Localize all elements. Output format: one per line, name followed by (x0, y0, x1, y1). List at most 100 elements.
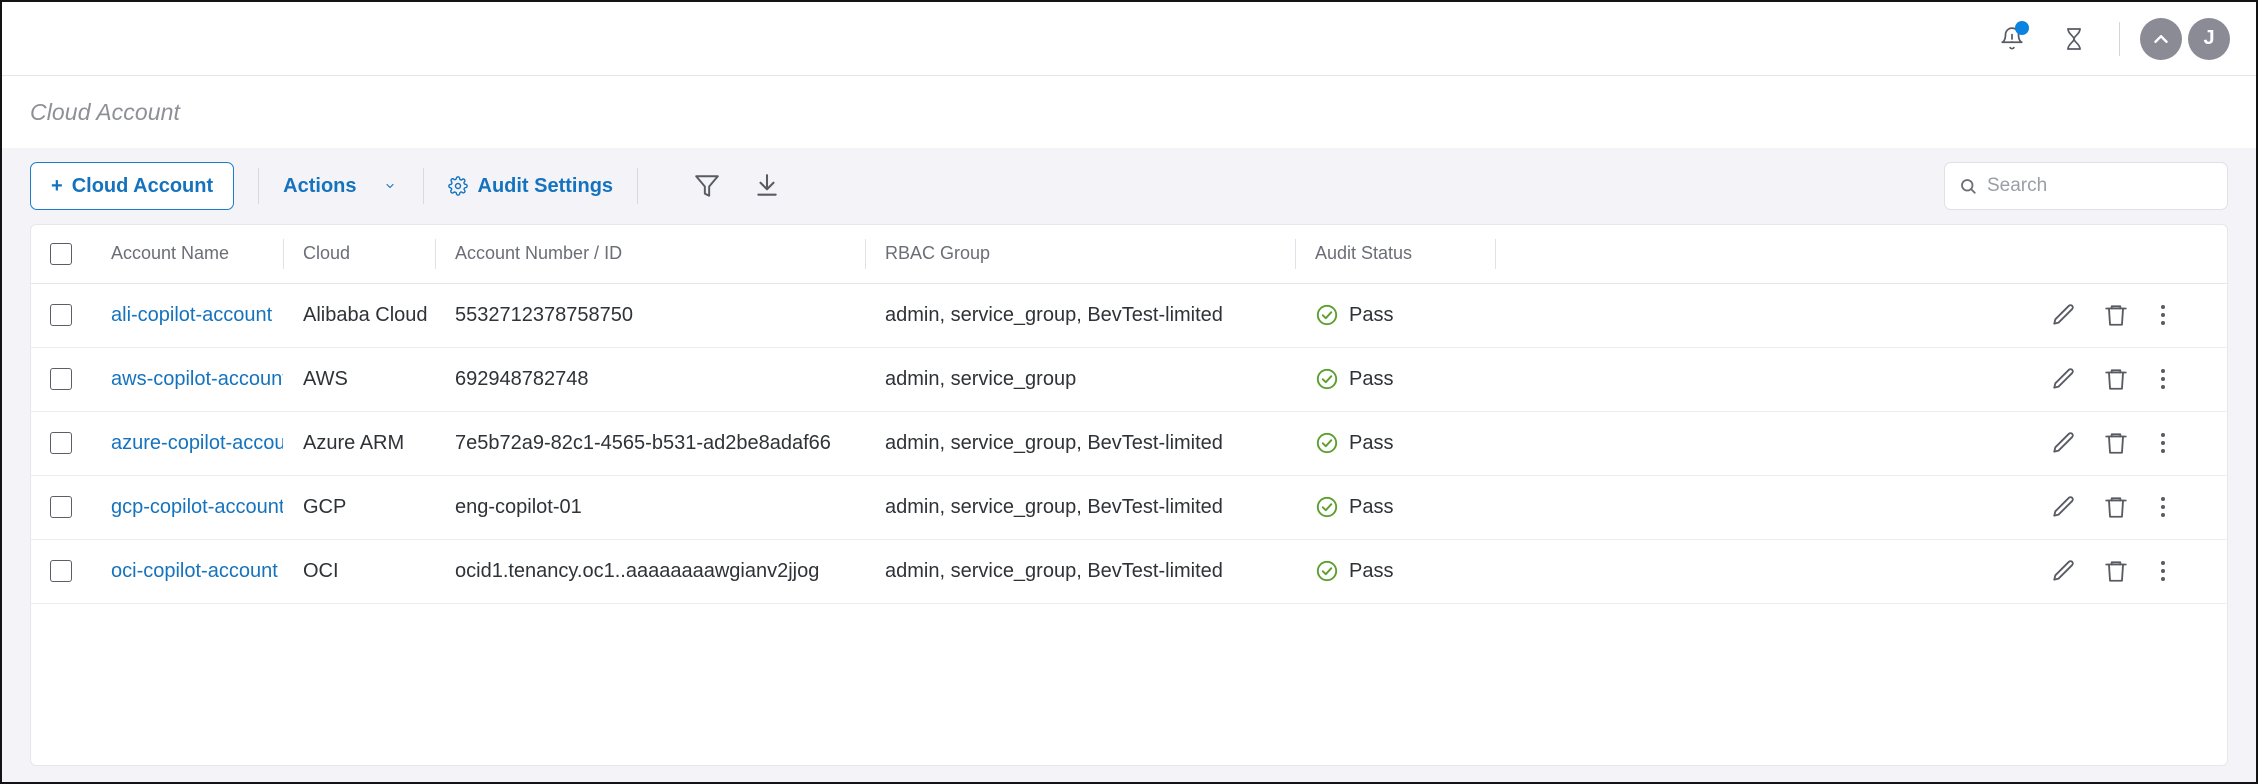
table-row[interactable]: ali-copilot-account Alibaba Cloud 55327123… (31, 283, 2227, 348)
cell-audit-status: Pass (1295, 283, 1495, 348)
cell-account-number: 7e5b72a9-82c1-4565-b531-ad2be8adaf66 (435, 411, 865, 476)
column-header-account-number[interactable]: Account Number / ID (435, 225, 865, 284)
row-checkbox[interactable] (50, 368, 72, 391)
cell-rbac-group: admin, service_group, BevTest-limited (865, 283, 1295, 348)
cell-cloud: GCP (283, 475, 435, 540)
table-row[interactable]: oci-copilot-account OCI ocid1.tenancy.oc1.… (31, 539, 2227, 604)
row-checkbox[interactable] (50, 496, 72, 519)
header-icon-group: J (1981, 14, 2230, 64)
cell-cloud: AWS (283, 347, 435, 412)
cell-rbac-group: admin, service_group (865, 347, 1295, 412)
search-input[interactable] (1987, 175, 2213, 197)
cell-spacer (1495, 283, 2051, 348)
edit-pencil-icon[interactable] (2051, 558, 2077, 584)
cell-account-number: 5532712378758750 (435, 283, 865, 348)
actions-label: Actions (283, 174, 357, 197)
cell-account-number: eng-copilot-01 (435, 475, 865, 540)
row-action-group (2051, 493, 2227, 521)
more-vertical-icon[interactable] (2155, 429, 2171, 457)
breadcrumb: Cloud Account (2, 76, 2256, 148)
filter-icon[interactable] (684, 164, 730, 208)
row-action-group (2051, 429, 2227, 457)
notifications-icon[interactable] (1981, 14, 2043, 64)
cloud-accounts-table: Account Name Cloud Account Number / ID R… (31, 225, 2227, 604)
trash-icon[interactable] (2103, 302, 2129, 328)
row-checkbox[interactable] (50, 560, 72, 583)
column-header-spacer (1495, 225, 2051, 284)
trash-icon[interactable] (2103, 558, 2129, 584)
trash-icon[interactable] (2103, 494, 2129, 520)
status-badge: Pass (1295, 495, 1495, 519)
check-circle-icon (1315, 431, 1339, 455)
column-header-cloud[interactable]: Cloud (283, 225, 435, 284)
table-header-row: Account Name Cloud Account Number / ID R… (31, 225, 2227, 284)
table-body: ali-copilot-account Alibaba Cloud 55327123… (31, 283, 2227, 604)
search-box[interactable] (1944, 162, 2228, 210)
select-all-header (31, 225, 91, 284)
row-select-cell (31, 475, 91, 540)
top-header-bar: J (2, 2, 2256, 76)
cell-cloud: Alibaba Cloud (283, 283, 435, 348)
toolbar: + Cloud Account Actions Audit Settings (2, 148, 2256, 224)
row-action-group (2051, 365, 2227, 393)
cell-account-name: azure-copilot-account (91, 411, 283, 476)
table-row[interactable]: gcp-copilot-account GCP eng-copilot-01 admi… (31, 475, 2227, 540)
status-badge: Pass (1295, 431, 1495, 455)
row-checkbox[interactable] (50, 304, 72, 327)
scroll-up-button[interactable] (2140, 17, 2182, 60)
audit-settings-label: Audit Settings (477, 174, 614, 197)
cell-rbac-group: admin, service_group, BevTest-limited (865, 539, 1295, 604)
table-head: Account Name Cloud Account Number / ID R… (31, 225, 2227, 284)
cell-row-actions (2051, 347, 2227, 412)
account-name-link[interactable]: aws-copilot-account (111, 368, 283, 391)
status-label: Pass (1349, 431, 1394, 454)
account-name-link[interactable]: azure-copilot-account (111, 432, 283, 455)
add-cloud-account-button[interactable]: + Cloud Account (30, 162, 235, 210)
more-vertical-icon[interactable] (2155, 365, 2171, 393)
audit-settings-button[interactable]: Audit Settings (447, 174, 614, 198)
more-vertical-icon[interactable] (2155, 301, 2171, 329)
accounts-table-card: Account Name Cloud Account Number / ID R… (30, 224, 2228, 766)
toolbar-divider-2 (422, 168, 424, 204)
more-vertical-icon[interactable] (2155, 557, 2171, 585)
status-label: Pass (1349, 303, 1394, 326)
account-name-link[interactable]: gcp-copilot-account (111, 496, 283, 519)
chevron-down-icon (381, 180, 399, 192)
trash-icon[interactable] (2103, 430, 2129, 456)
avatar[interactable]: J (2188, 17, 2230, 60)
status-badge: Pass (1295, 303, 1495, 327)
trash-icon[interactable] (2103, 366, 2129, 392)
edit-pencil-icon[interactable] (2051, 366, 2077, 392)
download-icon[interactable] (744, 164, 790, 208)
account-name-link[interactable]: oci-copilot-account (111, 560, 283, 583)
actions-dropdown[interactable]: Actions (283, 175, 398, 198)
page-title: Cloud Account (30, 98, 181, 125)
more-vertical-icon[interactable] (2155, 493, 2171, 521)
column-header-account-name[interactable]: Account Name (91, 225, 283, 284)
column-header-rbac-group[interactable]: RBAC Group (865, 225, 1295, 284)
cell-account-number: ocid1.tenancy.oc1..aaaaaaaawgianv2jjog (435, 539, 865, 604)
cell-row-actions (2051, 475, 2227, 540)
cell-account-name: ali-copilot-account (91, 283, 283, 348)
hourglass-icon[interactable] (2043, 14, 2105, 64)
edit-pencil-icon[interactable] (2051, 494, 2077, 520)
account-name-link[interactable]: ali-copilot-account (111, 304, 283, 327)
row-select-cell (31, 347, 91, 412)
select-all-checkbox[interactable] (50, 242, 72, 265)
row-action-group (2051, 301, 2227, 329)
edit-pencil-icon[interactable] (2051, 430, 2077, 456)
cell-spacer (1495, 411, 2051, 476)
status-label: Pass (1349, 367, 1394, 390)
cell-spacer (1495, 539, 2051, 604)
check-circle-icon (1315, 559, 1339, 583)
plus-icon: + (51, 174, 63, 197)
gear-icon (447, 176, 468, 196)
status-badge: Pass (1295, 367, 1495, 391)
edit-pencil-icon[interactable] (2051, 302, 2077, 328)
toolbar-icon-group (684, 164, 790, 208)
table-row[interactable]: azure-copilot-accountAzure ARM7e5b72a9-8… (31, 411, 2227, 476)
table-row[interactable]: aws-copilot-account AWS 692948782748 admin,… (31, 347, 2227, 412)
row-checkbox[interactable] (50, 432, 72, 455)
column-header-audit-status[interactable]: Audit Status (1295, 225, 1495, 284)
search-icon (1959, 177, 1977, 195)
